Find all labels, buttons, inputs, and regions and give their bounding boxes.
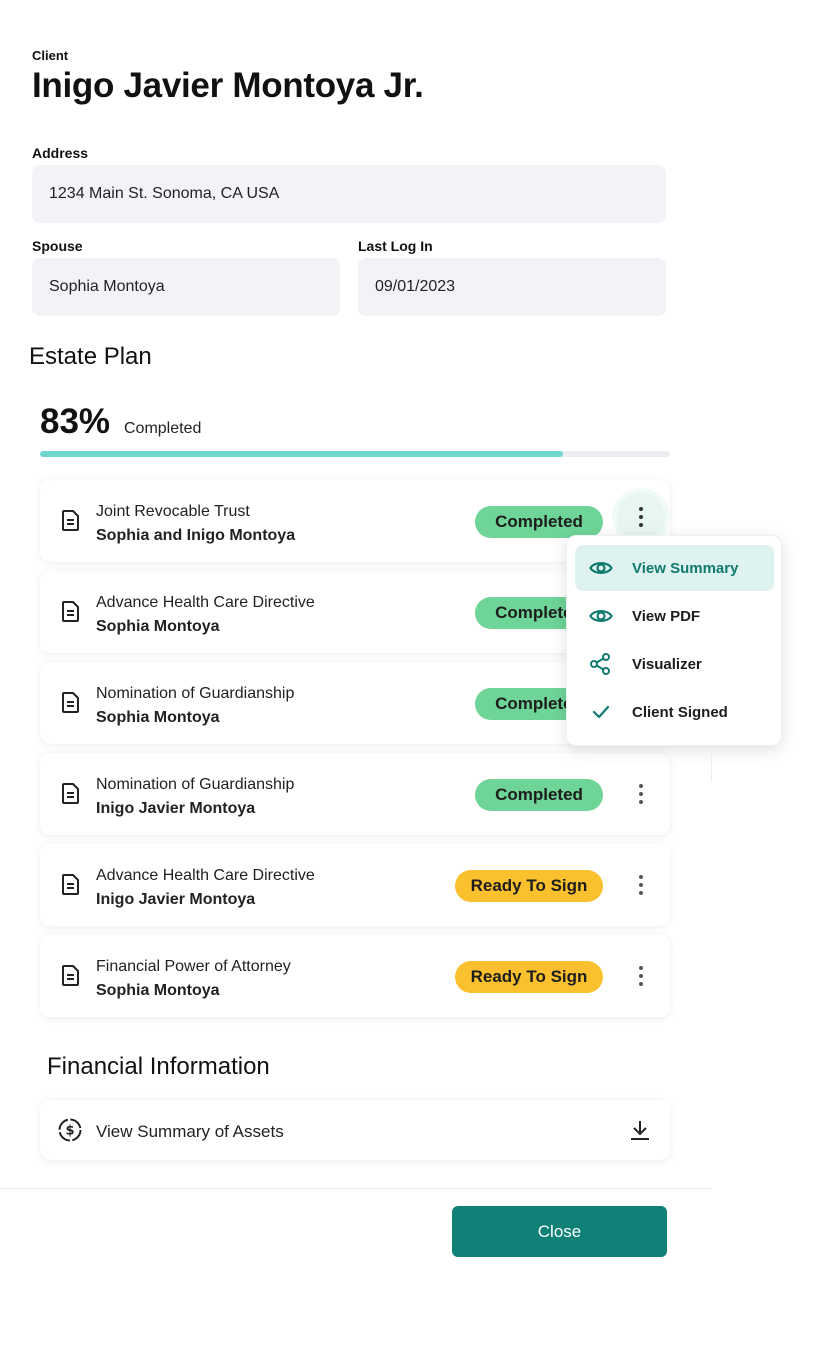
document-icon — [62, 874, 79, 895]
menu-item-label: Client Signed — [632, 703, 728, 721]
document-owner: Sophia Montoya — [96, 618, 220, 635]
more-options-button[interactable] — [630, 962, 652, 990]
menu-item-visualizer[interactable]: Visualizer — [575, 641, 774, 687]
download-icon[interactable] — [628, 1118, 652, 1142]
document-title: Advance Health Care Directive — [96, 594, 315, 611]
document-title: Nomination of Guardianship — [96, 776, 295, 793]
document-owner: Sophia Montoya — [96, 982, 220, 999]
address-field[interactable]: 1234 Main St. Sonoma, CA USA — [32, 165, 666, 223]
more-options-button[interactable] — [617, 493, 665, 541]
document-options-menu: View Summary View PDF Visualizer Client … — [566, 535, 782, 746]
document-owner: Inigo Javier Montoya — [96, 891, 256, 908]
menu-item-label: View Summary — [632, 559, 739, 577]
document-title: Advance Health Care Directive — [96, 867, 315, 884]
menu-item-client-signed[interactable]: Client Signed — [575, 689, 774, 735]
completion-percent: 83% — [40, 402, 111, 441]
document-owner: Inigo Javier Montoya — [96, 800, 256, 817]
document-title: Financial Power of Attorney — [96, 958, 291, 975]
address-value: 1234 Main St. Sonoma, CA USA — [49, 185, 280, 202]
status-badge: Ready To Sign — [455, 870, 603, 902]
more-options-button[interactable] — [630, 871, 652, 899]
last-login-value: 09/01/2023 — [375, 278, 456, 295]
eye-icon — [589, 610, 613, 622]
estate-plan-title: Estate Plan — [29, 343, 152, 370]
eye-icon — [589, 562, 613, 574]
status-badge: Completed — [475, 779, 603, 811]
document-icon — [62, 783, 79, 804]
document-card[interactable]: Financial Power of Attorney Sophia Monto… — [40, 935, 670, 1017]
spouse-value: Sophia Montoya — [49, 278, 165, 295]
address-label: Address — [32, 145, 89, 161]
assets-label: View Summary of Assets — [96, 1122, 284, 1141]
financial-information-title: Financial Information — [47, 1053, 270, 1080]
last-login-label: Last Log In — [358, 238, 433, 254]
document-owner: Sophia and Inigo Montoya — [96, 527, 296, 544]
more-options-button[interactable] — [630, 780, 652, 808]
menu-item-label: View PDF — [632, 607, 701, 625]
menu-item-view-pdf[interactable]: View PDF — [575, 593, 774, 639]
progress-bar — [40, 451, 670, 457]
document-icon — [62, 601, 79, 622]
client-name: Inigo Javier Montoya Jr. — [32, 66, 424, 105]
status-badge: Completed — [475, 506, 603, 538]
spouse-label: Spouse — [32, 238, 83, 254]
document-card[interactable]: Nomination of Guardianship Inigo Javier … — [40, 753, 670, 835]
progress-fill — [40, 451, 563, 457]
client-label: Client — [32, 48, 69, 63]
view-summary-of-assets-row[interactable]: $ View Summary of Assets — [40, 1100, 670, 1160]
last-login-field[interactable]: 09/01/2023 — [358, 258, 666, 316]
menu-item-view-summary[interactable]: View Summary — [575, 545, 774, 591]
status-badge: Ready To Sign — [455, 961, 603, 993]
menu-item-label: Visualizer — [632, 655, 702, 673]
document-owner: Sophia Montoya — [96, 709, 220, 726]
document-title: Nomination of Guardianship — [96, 685, 295, 702]
document-card[interactable]: Advance Health Care Directive Inigo Javi… — [40, 844, 670, 926]
dollar-circle-icon: $ — [58, 1118, 82, 1142]
close-button[interactable]: Close — [452, 1206, 667, 1257]
share-icon — [590, 653, 610, 675]
document-icon — [62, 692, 79, 713]
document-title: Joint Revocable Trust — [96, 503, 250, 520]
document-icon — [62, 510, 79, 531]
check-icon — [592, 705, 610, 719]
completion-label: Completed — [124, 420, 202, 437]
divider — [711, 746, 712, 782]
spouse-field[interactable]: Sophia Montoya — [32, 258, 340, 316]
document-icon — [62, 965, 79, 986]
footer-divider — [0, 1188, 711, 1189]
svg-text:$: $ — [65, 1124, 74, 1139]
